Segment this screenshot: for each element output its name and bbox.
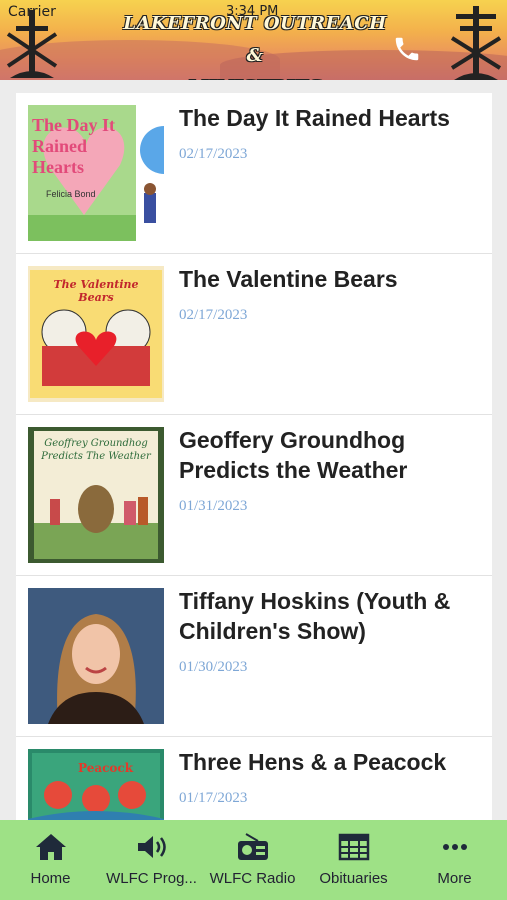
app-header: Carrier 3:34 PM LAKEFRONT OUTREACH & MIN…	[0, 0, 507, 80]
item-title: The Day It Rained Hearts	[179, 105, 450, 131]
app-title-line2: MINISTRIES	[120, 72, 390, 80]
item-date: 02/17/2023	[179, 307, 248, 323]
tab-wlfc-programs[interactable]: WLFC Prog...	[101, 820, 202, 900]
thumb-title: The Valentine Bears	[53, 278, 139, 304]
cross-icon	[6, 10, 58, 78]
thumb-author: Felicia Bond	[46, 189, 96, 199]
tab-home[interactable]: Home	[0, 820, 101, 900]
episode-list[interactable]: The Day It Rained Hearts Felicia Bond Th…	[16, 93, 492, 820]
item-title: Tiffany Hoskins (Youth & Children's Show…	[179, 588, 451, 644]
item-date: 01/17/2023	[179, 790, 248, 806]
thumb-title: Geoffrey Groundhog Predicts The Weather	[41, 438, 151, 462]
list-item[interactable]: The Day It Rained Hearts Felicia Bond Th…	[16, 93, 492, 254]
tab-label: WLFC Prog...	[106, 870, 197, 887]
item-title: Geoffery Groundhog Predicts the Weather	[179, 427, 408, 483]
home-icon	[35, 834, 66, 860]
item-title: Three Hens & a Peacock	[179, 749, 447, 775]
list-item[interactable]: Geoffrey Groundhog Predicts The Weather …	[16, 415, 492, 576]
tab-more[interactable]: More	[404, 820, 505, 900]
newspaper-icon	[338, 833, 369, 861]
thumb-title: Peacock	[78, 761, 134, 775]
item-date: 01/31/2023	[179, 498, 248, 514]
item-title: The Valentine Bears	[179, 266, 398, 292]
tab-label: WLFC Radio	[209, 870, 296, 887]
item-thumbnail: The Valentine Bears	[28, 266, 164, 402]
more-icon	[442, 844, 467, 850]
tab-label: More	[437, 870, 472, 887]
tab-label: Home	[30, 870, 71, 887]
thumb-title: The Day It Rained Hearts	[32, 115, 116, 177]
list-item[interactable]: Peacock Three Hens & a Peacock 01/17/202…	[16, 737, 492, 820]
tab-obituaries[interactable]: Obituaries	[303, 820, 404, 900]
item-thumbnail: The Day It Rained Hearts Felicia Bond	[28, 105, 164, 241]
app-title-line1: LAKEFRONT OUTREACH &	[123, 13, 387, 66]
cross-icon	[450, 6, 502, 80]
radio-icon	[237, 833, 268, 860]
tab-label: Obituaries	[319, 870, 388, 887]
item-date: 01/30/2023	[179, 659, 248, 675]
tab-bar: Home WLFC Prog... WLFC Radio Obituaries	[0, 820, 507, 900]
speaker-icon	[137, 836, 166, 858]
item-thumbnail	[28, 588, 164, 724]
phone-icon[interactable]	[392, 34, 422, 72]
item-date: 02/17/2023	[179, 146, 248, 162]
list-item[interactable]: The Valentine Bears The Valentine Bears …	[16, 254, 492, 415]
tab-wlfc-radio[interactable]: WLFC Radio	[202, 820, 303, 900]
app-title: LAKEFRONT OUTREACH & MINISTRIES	[120, 8, 390, 80]
list-item[interactable]: Tiffany Hoskins (Youth & Children's Show…	[16, 576, 492, 737]
item-thumbnail: Peacock	[28, 749, 164, 820]
item-thumbnail: Geoffrey Groundhog Predicts The Weather	[28, 427, 164, 563]
